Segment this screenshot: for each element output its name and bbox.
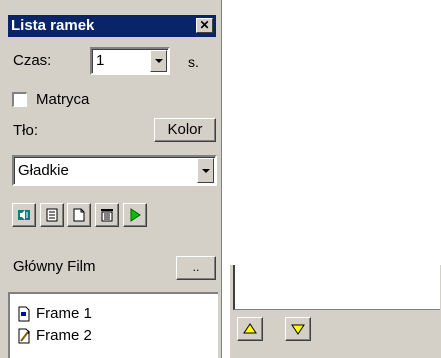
frame-navigation-area <box>230 265 441 358</box>
new-frame-button[interactable] <box>67 203 91 227</box>
time-value: 1 <box>96 52 105 69</box>
move-down-button[interactable] <box>285 317 311 341</box>
frame-label: Frame 2 <box>36 327 92 344</box>
background-label: Tło: <box>13 122 39 139</box>
delete-icon <box>101 209 113 222</box>
panel-title-bar[interactable]: Lista ramek ✕ <box>8 15 216 37</box>
main-film-label: Główny Film <box>13 258 96 275</box>
matrix-label: Matryca <box>36 91 90 108</box>
frame-list-panel: Lista ramek ✕ Czas: 1 s. Matryca Tło: Ko… <box>0 0 222 358</box>
time-select[interactable]: 1 <box>90 47 170 75</box>
background-type-select[interactable]: Gładkie <box>12 155 217 186</box>
properties-icon <box>46 208 58 222</box>
matrix-checkbox[interactable] <box>12 92 27 107</box>
arrow-up-icon <box>243 323 257 334</box>
close-icon: ✕ <box>199 18 210 32</box>
properties-button[interactable] <box>40 203 64 227</box>
play-icon <box>130 208 141 222</box>
preview-area <box>233 265 440 310</box>
speaker-icon <box>18 210 30 220</box>
chevron-down-icon <box>155 59 163 63</box>
chevron-down-icon <box>202 169 210 173</box>
panel-title: Lista ramek <box>11 17 95 34</box>
browse-button[interactable]: .. <box>176 256 216 280</box>
play-button[interactable] <box>123 203 147 227</box>
frame-label: Frame 1 <box>36 305 92 322</box>
close-button[interactable]: ✕ <box>196 18 213 33</box>
arrow-down-icon <box>291 324 305 335</box>
sound-button[interactable] <box>12 203 36 227</box>
time-dropdown-button[interactable] <box>150 50 167 72</box>
time-label: Czas: <box>13 52 52 69</box>
color-button[interactable]: Kolor <box>154 118 216 142</box>
move-up-button[interactable] <box>237 317 263 341</box>
frame-list[interactable]: Frame 1 Frame 2 <box>8 292 218 358</box>
time-unit: s. <box>188 54 199 70</box>
frame-edit-icon <box>18 328 30 344</box>
background-dropdown-button[interactable] <box>197 158 214 183</box>
delete-frame-button[interactable] <box>95 203 119 227</box>
frame-document-icon <box>18 306 30 322</box>
color-button-label: Kolor <box>167 121 203 138</box>
browse-button-label: .. <box>192 260 200 274</box>
new-frame-icon <box>73 208 85 222</box>
background-type-value: Gładkie <box>18 162 69 179</box>
